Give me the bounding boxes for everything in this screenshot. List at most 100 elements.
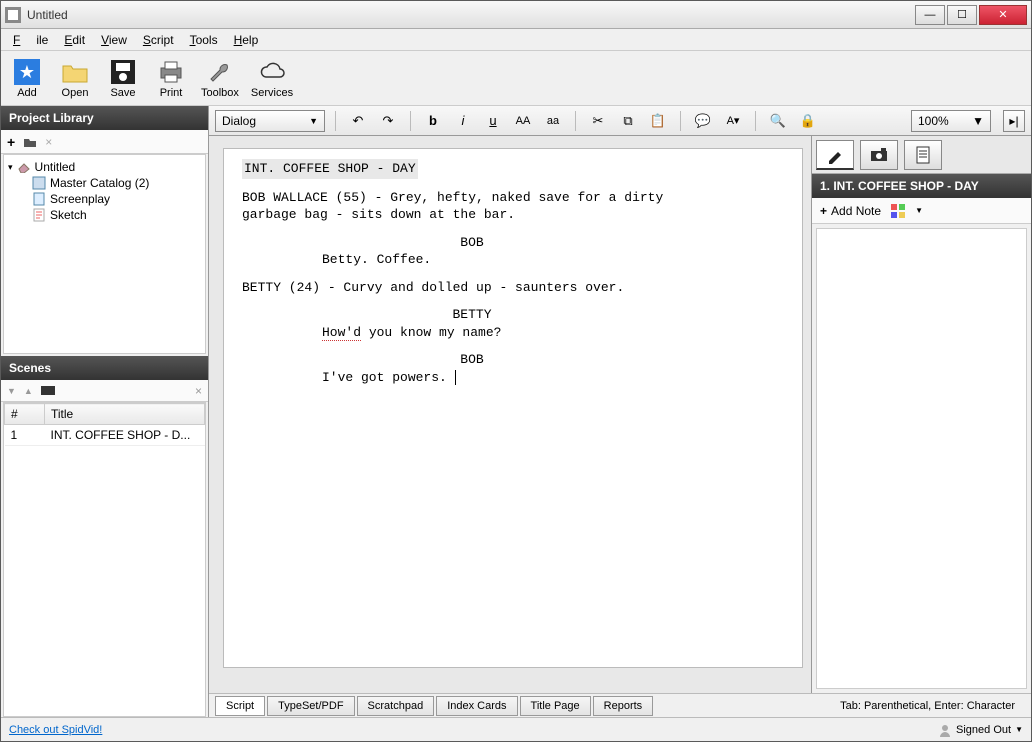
scenes-tools: ▼ ▲ ×	[1, 380, 208, 402]
redo-button[interactable]: ↷	[376, 110, 400, 132]
action-line[interactable]: garbage bag - sits down at the bar.	[242, 206, 784, 224]
search-button[interactable]: 🔍	[766, 110, 790, 132]
editor-toolbar: Dialog▼ ↶ ↷ b i u AA aa ✂ ⧉ 📋 💬 A▾ 🔍	[209, 106, 1031, 136]
project-library-header: Project Library	[1, 106, 208, 130]
catalog-icon	[32, 176, 46, 190]
wrench-icon	[206, 58, 234, 86]
uppercase-button[interactable]: AA	[511, 110, 535, 132]
italic-button[interactable]: i	[451, 110, 475, 132]
scene-heading-panel: 1. INT. COFFEE SHOP - DAY	[812, 174, 1031, 198]
pencil-tab[interactable]	[816, 140, 854, 170]
dropdown-arrow-icon[interactable]: ▼	[915, 206, 923, 215]
cloud-icon	[258, 58, 286, 86]
scene-card-icon[interactable]	[41, 385, 55, 397]
remove-item-icon[interactable]: ×	[45, 135, 52, 149]
document-tab[interactable]	[904, 140, 942, 170]
scene-heading[interactable]: INT. COFFEE SHOP - DAY	[242, 159, 418, 179]
menu-edit[interactable]: Edit	[56, 31, 93, 49]
action-line[interactable]: BOB WALLACE (55) - Grey, hefty, naked sa…	[242, 189, 784, 207]
col-title[interactable]: Title	[45, 404, 205, 425]
scene-table[interactable]: # Title 1 INT. COFFEE SHOP - D...	[3, 402, 206, 717]
script-page[interactable]: INT. COFFEE SHOP - DAY BOB WALLACE (55) …	[223, 148, 803, 668]
menubar: File Edit View Script Tools Help	[1, 29, 1031, 51]
tab-index-cards[interactable]: Index Cards	[436, 696, 517, 716]
print-button[interactable]: Print	[153, 58, 189, 99]
scene-down-icon[interactable]: ▼	[7, 386, 16, 396]
action-line[interactable]: BETTY (24) - Curvy and dolled up - saunt…	[242, 279, 784, 297]
print-icon	[157, 58, 185, 86]
character-name[interactable]: BOB	[242, 351, 702, 369]
menu-tools[interactable]: Tools	[182, 31, 226, 49]
lowercase-button[interactable]: aa	[541, 110, 565, 132]
tree-root[interactable]: ▾ Untitled	[8, 159, 201, 175]
dialog-line[interactable]: Betty. Coffee.	[242, 251, 622, 269]
chevron-down-icon: ▼	[1015, 725, 1023, 734]
dialog-line[interactable]: I've got powers.	[242, 369, 622, 387]
add-button[interactable]: ★ Add	[9, 58, 45, 99]
tab-reports[interactable]: Reports	[593, 696, 654, 716]
expand-icon[interactable]: ▾	[8, 162, 13, 173]
copy-button[interactable]: ⧉	[616, 110, 640, 132]
character-name[interactable]: BETTY	[242, 306, 702, 324]
text-style-button[interactable]: A▾	[721, 110, 745, 132]
open-button[interactable]: Open	[57, 58, 93, 99]
tree-item[interactable]: Master Catalog (2)	[8, 175, 201, 191]
project-tree[interactable]: ▾ Untitled Master Catalog (2) Screenplay…	[3, 154, 206, 354]
add-note-button[interactable]: +Add Note	[820, 204, 881, 218]
right-tabs	[812, 136, 1031, 174]
scenes-header: Scenes	[1, 356, 208, 380]
sign-in-status[interactable]: Signed Out▼	[938, 723, 1023, 737]
tree-item[interactable]: Sketch	[8, 207, 201, 223]
tab-script[interactable]: Script	[215, 696, 265, 716]
tab-typeset[interactable]: TypeSet/PDF	[267, 696, 354, 716]
paste-button[interactable]: 📋	[646, 110, 670, 132]
menu-view[interactable]: View	[93, 31, 135, 49]
editor-hint: Tab: Parenthetical, Enter: Character	[840, 700, 1025, 712]
cut-button[interactable]: ✂	[586, 110, 610, 132]
menu-help[interactable]: Help	[226, 31, 267, 49]
star-icon: ★	[13, 58, 41, 86]
save-button[interactable]: Save	[105, 58, 141, 99]
tab-title-page[interactable]: Title Page	[520, 696, 591, 716]
element-type-dropdown[interactable]: Dialog▼	[215, 110, 325, 132]
spidvid-link[interactable]: Check out SpidVid!	[9, 724, 102, 736]
folder-small-icon[interactable]	[23, 136, 37, 148]
undo-button[interactable]: ↶	[346, 110, 370, 132]
color-grid-icon[interactable]	[891, 204, 905, 218]
bottom-tabs: Script TypeSet/PDF Scratchpad Index Card…	[209, 693, 1031, 717]
zoom-dropdown[interactable]: 100%▼	[911, 110, 991, 132]
tab-scratchpad[interactable]: Scratchpad	[357, 696, 435, 716]
svg-text:★: ★	[19, 62, 35, 82]
screenplay-icon	[32, 192, 46, 206]
sketch-icon	[32, 208, 46, 222]
col-num[interactable]: #	[5, 404, 45, 425]
scene-up-icon[interactable]: ▲	[24, 386, 33, 396]
user-icon	[938, 723, 952, 737]
camera-tab[interactable]	[860, 140, 898, 170]
comment-button[interactable]: 💬	[691, 110, 715, 132]
dialog-line[interactable]: How'd you know my name?	[242, 324, 622, 342]
close-button[interactable]: ✕	[979, 5, 1027, 25]
eraser-icon	[17, 160, 31, 174]
toolbox-button[interactable]: Toolbox	[201, 58, 239, 99]
chevron-down-icon: ▼	[972, 114, 984, 128]
bold-button[interactable]: b	[421, 110, 445, 132]
maximize-button[interactable]: ☐	[947, 5, 977, 25]
table-row[interactable]: 1 INT. COFFEE SHOP - D...	[5, 425, 205, 446]
minimize-button[interactable]: —	[915, 5, 945, 25]
menu-file[interactable]: File	[5, 31, 56, 49]
chevron-down-icon: ▼	[309, 116, 318, 126]
folder-icon	[61, 58, 89, 86]
add-item-icon[interactable]: +	[7, 134, 15, 150]
collapse-right-button[interactable]: ▸|	[1003, 110, 1025, 132]
notes-area[interactable]	[816, 228, 1027, 689]
services-button[interactable]: Services	[251, 58, 293, 99]
menu-script[interactable]: Script	[135, 31, 182, 49]
tree-item[interactable]: Screenplay	[8, 191, 201, 207]
character-name[interactable]: BOB	[242, 234, 702, 252]
underline-button[interactable]: u	[481, 110, 505, 132]
scene-close-icon[interactable]: ×	[195, 384, 202, 398]
note-tools: +Add Note ▼	[812, 198, 1031, 224]
lock-button[interactable]: 🔒	[796, 110, 820, 132]
editor-scroll[interactable]: INT. COFFEE SHOP - DAY BOB WALLACE (55) …	[209, 136, 811, 693]
